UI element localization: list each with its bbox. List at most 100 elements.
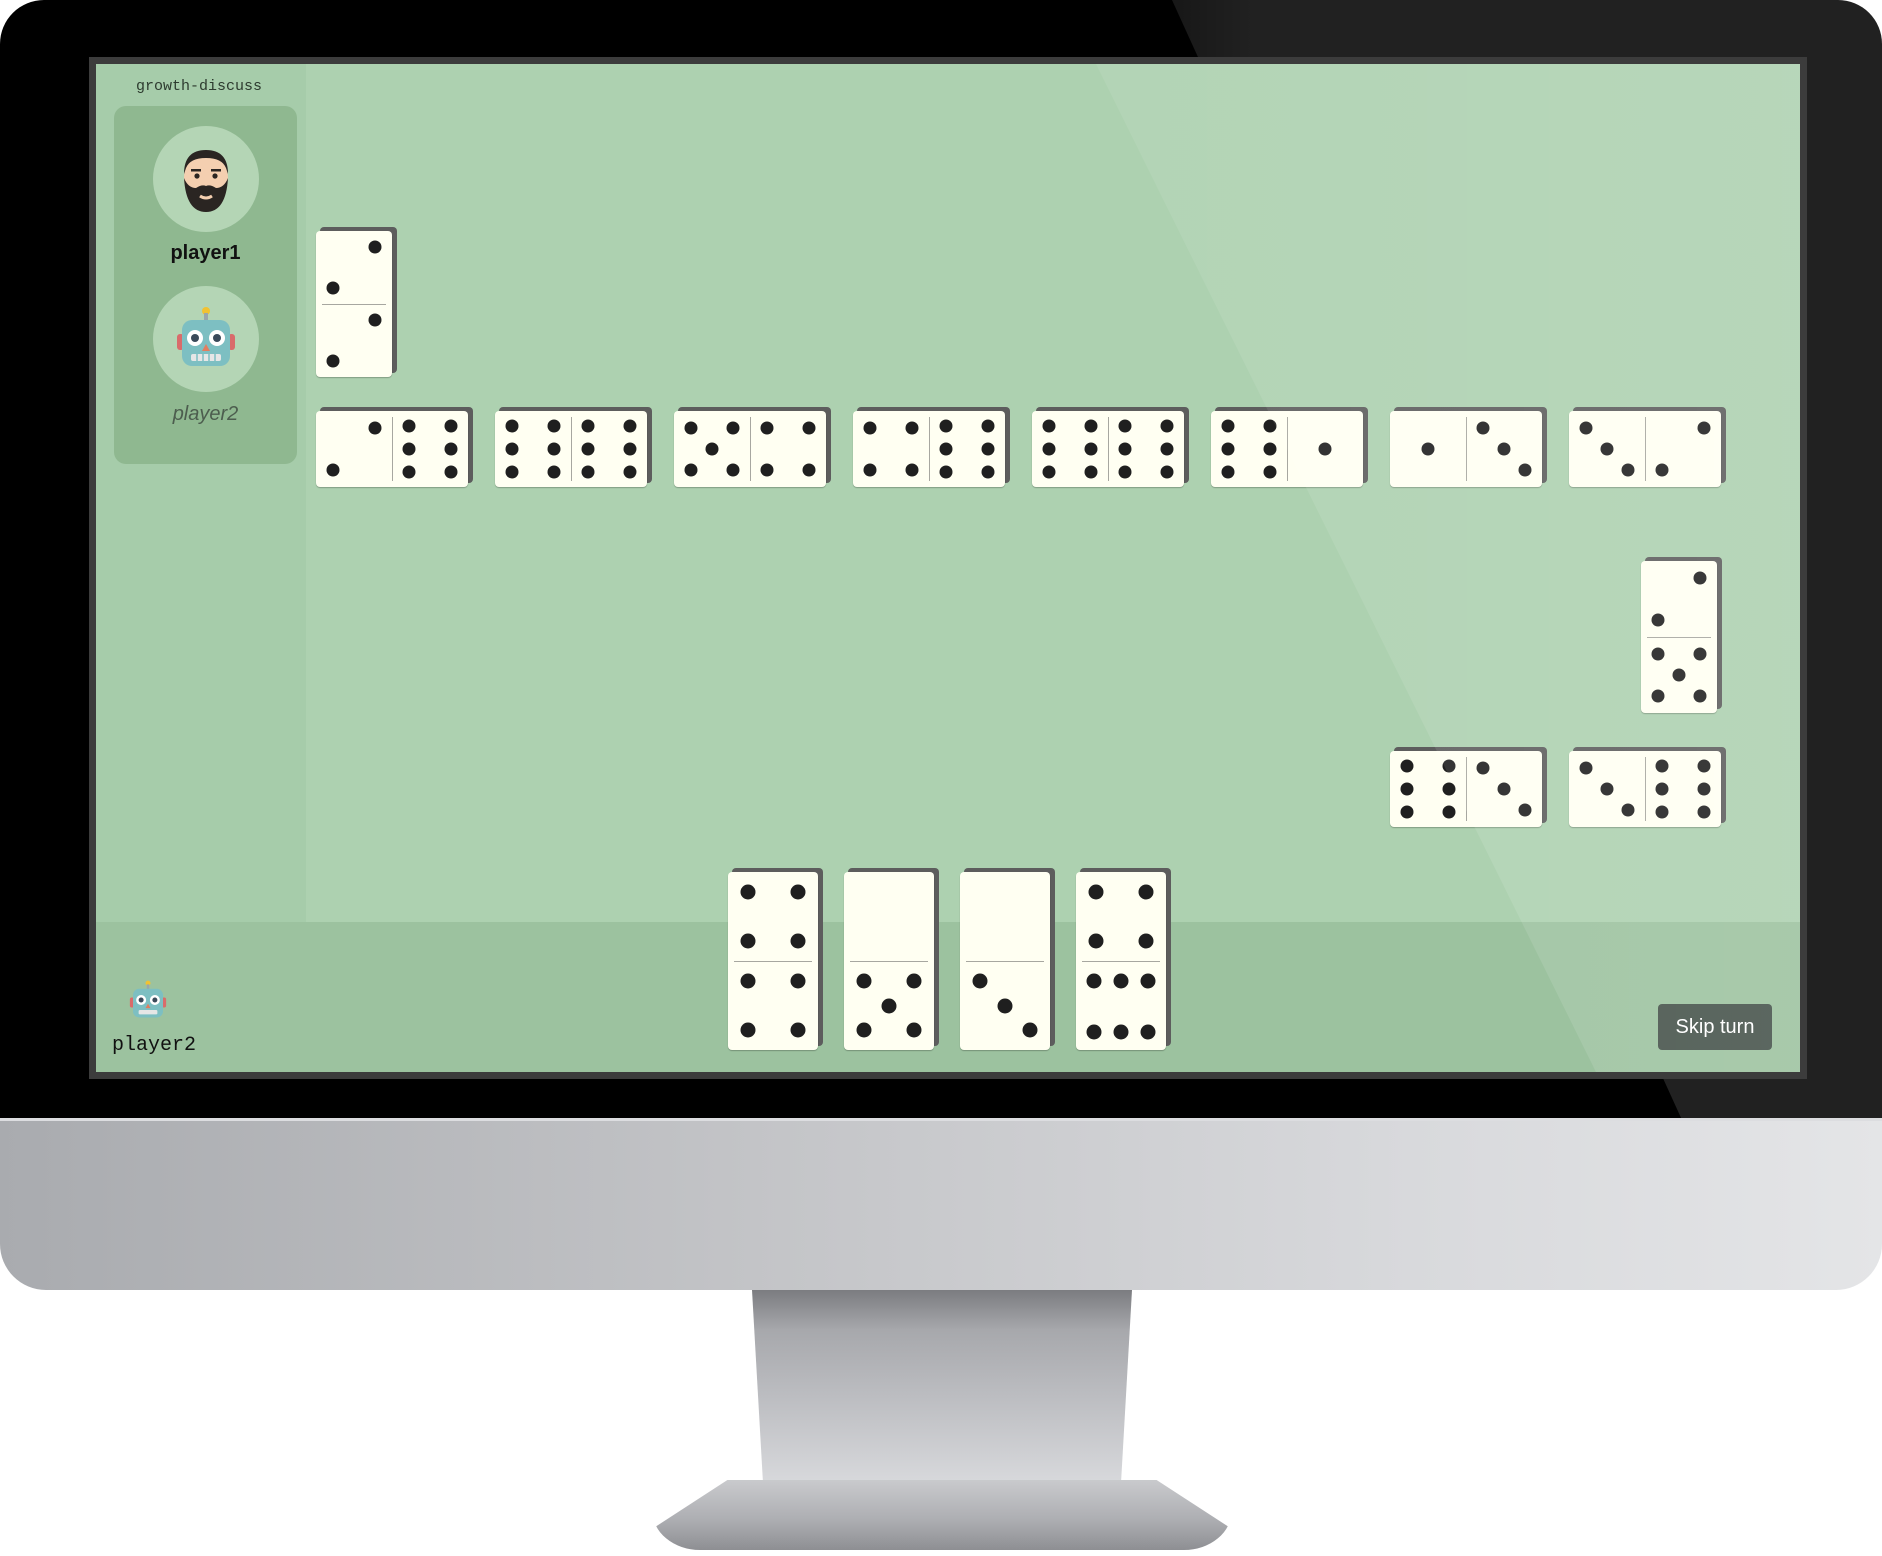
pip bbox=[939, 465, 953, 479]
domino-half-4 bbox=[750, 411, 826, 487]
pip bbox=[444, 465, 458, 479]
pip bbox=[1442, 759, 1456, 773]
pip bbox=[1672, 668, 1686, 682]
board-domino bbox=[1211, 407, 1368, 487]
pip bbox=[402, 442, 416, 456]
pip bbox=[547, 419, 561, 433]
pip bbox=[1621, 803, 1635, 817]
pip bbox=[505, 442, 519, 456]
pip bbox=[905, 463, 919, 477]
pip bbox=[581, 419, 595, 433]
domino-half-6 bbox=[1032, 411, 1108, 487]
pip bbox=[1400, 759, 1414, 773]
pip bbox=[1651, 689, 1665, 703]
hand-domino[interactable] bbox=[1076, 868, 1171, 1050]
pip bbox=[1113, 1024, 1129, 1040]
pip bbox=[1651, 647, 1665, 661]
pip bbox=[1400, 782, 1414, 796]
pip bbox=[368, 313, 382, 327]
hand-area bbox=[96, 922, 1800, 1072]
pip bbox=[705, 442, 719, 456]
pip bbox=[906, 1022, 922, 1038]
pip bbox=[326, 281, 340, 295]
hand-domino[interactable] bbox=[844, 868, 939, 1050]
pip bbox=[1655, 463, 1669, 477]
monitor-bezel: growth-discuss player1 player2 player2 S… bbox=[0, 0, 1882, 1120]
pip bbox=[906, 973, 922, 989]
domino-half-4 bbox=[728, 961, 818, 1050]
pip bbox=[1138, 933, 1154, 949]
pip bbox=[1693, 647, 1707, 661]
pip bbox=[1400, 805, 1414, 819]
board-domino bbox=[495, 407, 652, 487]
pip bbox=[740, 1022, 756, 1038]
pip bbox=[1697, 421, 1711, 435]
pip bbox=[1693, 689, 1707, 703]
pip bbox=[1084, 419, 1098, 433]
domino-half-2 bbox=[316, 231, 392, 304]
domino-half-6 bbox=[1076, 961, 1166, 1050]
pip bbox=[1442, 782, 1456, 796]
domino-half-1 bbox=[1287, 411, 1363, 487]
board-domino bbox=[674, 407, 831, 487]
pip bbox=[581, 442, 595, 456]
domino-half-6 bbox=[495, 411, 571, 487]
domino-half-2 bbox=[1641, 561, 1717, 637]
pip bbox=[740, 884, 756, 900]
domino-half-4 bbox=[728, 872, 818, 961]
domino-half-6 bbox=[929, 411, 1005, 487]
pip bbox=[1263, 419, 1277, 433]
pip bbox=[939, 442, 953, 456]
pip bbox=[1600, 782, 1614, 796]
pip bbox=[1118, 465, 1132, 479]
pip bbox=[505, 465, 519, 479]
board-domino-vertical-right bbox=[1641, 557, 1722, 713]
skip-turn-button[interactable]: Skip turn bbox=[1658, 1004, 1772, 1050]
pip bbox=[444, 442, 458, 456]
pip bbox=[740, 933, 756, 949]
hand-domino[interactable] bbox=[728, 868, 823, 1050]
domino-half-2 bbox=[1645, 411, 1721, 487]
pip bbox=[1421, 442, 1435, 456]
pip bbox=[939, 419, 953, 433]
pip bbox=[1655, 759, 1669, 773]
pip bbox=[547, 442, 561, 456]
domino-half-3 bbox=[1466, 751, 1542, 827]
domino-half-6 bbox=[1108, 411, 1184, 487]
pip bbox=[1221, 419, 1235, 433]
domino-half-4 bbox=[1076, 872, 1166, 961]
pip bbox=[1263, 465, 1277, 479]
pip bbox=[326, 463, 340, 477]
pip bbox=[684, 421, 698, 435]
pip bbox=[505, 419, 519, 433]
pip bbox=[1160, 465, 1174, 479]
domino-half-6 bbox=[1645, 751, 1721, 827]
domino-half-6 bbox=[1390, 751, 1466, 827]
board-domino bbox=[853, 407, 1010, 487]
pip bbox=[684, 463, 698, 477]
pip bbox=[1263, 442, 1277, 456]
pip bbox=[1042, 465, 1056, 479]
domino-half-3 bbox=[960, 961, 1050, 1050]
player2-name: player2 bbox=[172, 403, 239, 425]
pip bbox=[863, 463, 877, 477]
pip bbox=[726, 463, 740, 477]
player2-avatar bbox=[153, 286, 259, 392]
monitor-chin bbox=[0, 1118, 1882, 1290]
robot-icon bbox=[177, 307, 235, 366]
pip bbox=[1497, 782, 1511, 796]
pip bbox=[1084, 442, 1098, 456]
pip bbox=[1221, 465, 1235, 479]
current-user-name: player2 bbox=[112, 1034, 197, 1057]
pip bbox=[1697, 782, 1711, 796]
pip bbox=[444, 419, 458, 433]
domino-half-4 bbox=[853, 411, 929, 487]
pip bbox=[1140, 1024, 1156, 1040]
robot-icon bbox=[129, 980, 167, 1018]
domino-half-6 bbox=[571, 411, 647, 487]
hand-domino[interactable] bbox=[960, 868, 1055, 1050]
pip bbox=[402, 465, 416, 479]
pip bbox=[981, 442, 995, 456]
pip bbox=[726, 421, 740, 435]
pip bbox=[1022, 1022, 1038, 1038]
